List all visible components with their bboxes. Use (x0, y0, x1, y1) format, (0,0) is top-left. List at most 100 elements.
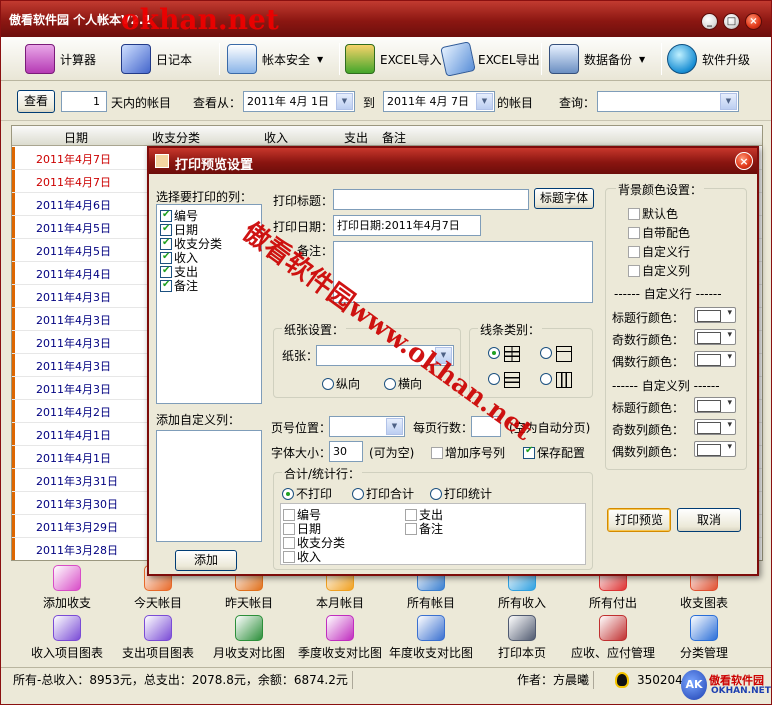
font-size-input[interactable]: 30 (329, 441, 363, 462)
from-date-picker[interactable]: 2011年 4月 1日 ▼ (243, 91, 355, 112)
bottom-button[interactable]: 打印本页 (478, 615, 566, 661)
print-column-checkbox[interactable] (160, 264, 172, 278)
excel-export-label: EXCEL导出 (478, 52, 540, 67)
excel-import-button[interactable]: EXCEL导入 (345, 41, 442, 77)
total-col-item[interactable]: 收入 (283, 548, 321, 565)
row-date: 2011年3月31日 (36, 475, 118, 488)
bg-opt-checkbox[interactable] (628, 227, 640, 239)
cancel-button[interactable]: 取消 (677, 508, 741, 532)
bg-opt-checkbox[interactable] (628, 265, 640, 277)
custom-columns-list[interactable] (156, 430, 262, 542)
col-odd-color-picker[interactable] (694, 419, 736, 435)
total-col-item[interactable]: 备注 (405, 520, 443, 537)
bg-opt-custom-row[interactable]: 自定义行 (628, 243, 690, 262)
row-date: 2011年4月5日 (36, 245, 111, 258)
close-button[interactable]: × (745, 13, 762, 30)
orient-portrait[interactable]: 纵向 (322, 375, 360, 392)
diary-button[interactable]: 日记本 (121, 41, 192, 77)
row-title-color-label: 标题行颜色： (612, 311, 685, 325)
bottom-button[interactable]: 收入项目图表 (23, 615, 111, 661)
row-odd-color-picker[interactable] (694, 329, 736, 345)
print-stat-option[interactable]: 打印统计 (430, 485, 492, 502)
no-print-label: 不打印 (296, 487, 333, 501)
col-header-remark[interactable]: 备注 (382, 129, 406, 146)
row-even-color-picker[interactable] (694, 351, 736, 367)
print-column-checkbox[interactable] (160, 208, 172, 222)
line-type-2[interactable] (540, 346, 572, 362)
landscape-radio[interactable] (384, 378, 396, 390)
range-suffix: 的帐目 (497, 96, 534, 110)
col-title-color-picker[interactable] (694, 397, 736, 413)
total-col-checkbox[interactable] (283, 551, 295, 563)
col-header-income[interactable]: 收入 (264, 129, 288, 146)
excel-export-button[interactable]: EXCEL导出 (440, 41, 540, 77)
bg-opt-checkbox[interactable] (628, 246, 640, 258)
days-input[interactable]: 1 (61, 91, 107, 112)
line-type-4-radio[interactable] (540, 373, 552, 385)
print-column-checkbox[interactable] (160, 222, 172, 236)
remark-textarea[interactable] (333, 241, 593, 303)
page-pos-select[interactable]: ▼ (329, 416, 405, 437)
col-header-date[interactable]: 日期 (64, 129, 88, 146)
print-column-checkbox[interactable] (160, 278, 172, 292)
bottom-button[interactable]: 季度收支对比图 (296, 615, 384, 661)
bg-opt-default[interactable]: 默认色 (628, 205, 690, 224)
row-date: 2011年3月29日 (36, 521, 118, 534)
line-type-1-radio[interactable] (488, 347, 500, 359)
print-total-option[interactable]: 打印合计 (352, 485, 414, 502)
bg-opt-checkbox[interactable] (628, 208, 640, 220)
no-print-option[interactable]: 不打印 (282, 485, 332, 502)
portrait-radio[interactable] (322, 378, 334, 390)
account-security-button[interactable]: 帐本安全 ▼ (227, 41, 323, 77)
print-column-checkbox[interactable] (160, 250, 172, 264)
print-column-item[interactable]: 编号 (160, 208, 258, 223)
add-serial-checkbox[interactable] (431, 447, 443, 459)
line-type-2-radio[interactable] (540, 347, 552, 359)
print-date-input[interactable]: 打印日期:2011年4月7日 (333, 215, 481, 236)
dialog-close-button[interactable]: × (735, 152, 753, 170)
landscape-label: 横向 (398, 377, 423, 391)
view-button[interactable]: 查看 (17, 90, 55, 113)
print-column-item[interactable]: 支出 (160, 264, 258, 279)
print-stat-radio[interactable] (430, 488, 442, 500)
col-even-color-label: 偶数列颜色： (612, 445, 685, 459)
bg-opt-builtin[interactable]: 自带配色 (628, 224, 690, 243)
bottom-button[interactable]: 添加收支 (23, 565, 111, 611)
print-column-item[interactable]: 收入 (160, 250, 258, 265)
bottom-button[interactable]: 月收支对比图 (205, 615, 293, 661)
no-print-radio[interactable] (282, 488, 294, 500)
bottom-button[interactable]: 年度收支对比图 (387, 615, 475, 661)
maximize-button[interactable]: □ (723, 13, 740, 30)
line-type-4[interactable] (540, 372, 572, 388)
print-preview-button[interactable]: 打印预览 (607, 508, 671, 532)
col-even-color-picker[interactable] (694, 441, 736, 457)
print-column-checkbox[interactable] (160, 236, 172, 250)
row-title-color-picker[interactable] (694, 307, 736, 323)
upgrade-button[interactable]: 软件升级 (667, 41, 750, 77)
bg-opt-custom-col[interactable]: 自定义列 (628, 262, 690, 281)
bottom-button[interactable]: 支出项目图表 (114, 615, 202, 661)
calculator-button[interactable]: 计算器 (25, 41, 96, 77)
add-column-button[interactable]: 添加 (175, 550, 237, 571)
line-type-1[interactable] (488, 346, 520, 362)
minimize-button[interactable]: _ (701, 13, 718, 30)
bg-group-label: 背景颜色设置： (616, 181, 705, 198)
print-total-radio[interactable] (352, 488, 364, 500)
print-column-item[interactable]: 备注 (160, 278, 258, 293)
add-serial-option[interactable]: 增加序号列 (431, 444, 505, 461)
save-config-checkbox[interactable] (523, 445, 535, 459)
data-backup-button[interactable]: 数据备份 ▼ (549, 41, 645, 77)
to-date-picker[interactable]: 2011年 4月 7日 ▼ (383, 91, 495, 112)
total-col-checkbox[interactable] (405, 523, 417, 535)
title-font-button[interactable]: 标题字体 (534, 188, 594, 209)
print-total-label: 打印合计 (366, 487, 415, 501)
row2-action-icon (690, 615, 718, 641)
col-header-category[interactable]: 收支分类 (152, 129, 200, 146)
bottom-button[interactable]: 分类管理 (660, 615, 748, 661)
query-select[interactable]: ▼ (597, 91, 739, 112)
col-header-expense[interactable]: 支出 (344, 129, 368, 146)
save-config-option[interactable]: 保存配置 (523, 444, 585, 461)
bottom-button[interactable]: 应收、应付管理 (569, 615, 657, 661)
print-title-input[interactable] (333, 189, 529, 210)
orient-landscape[interactable]: 横向 (384, 375, 422, 392)
